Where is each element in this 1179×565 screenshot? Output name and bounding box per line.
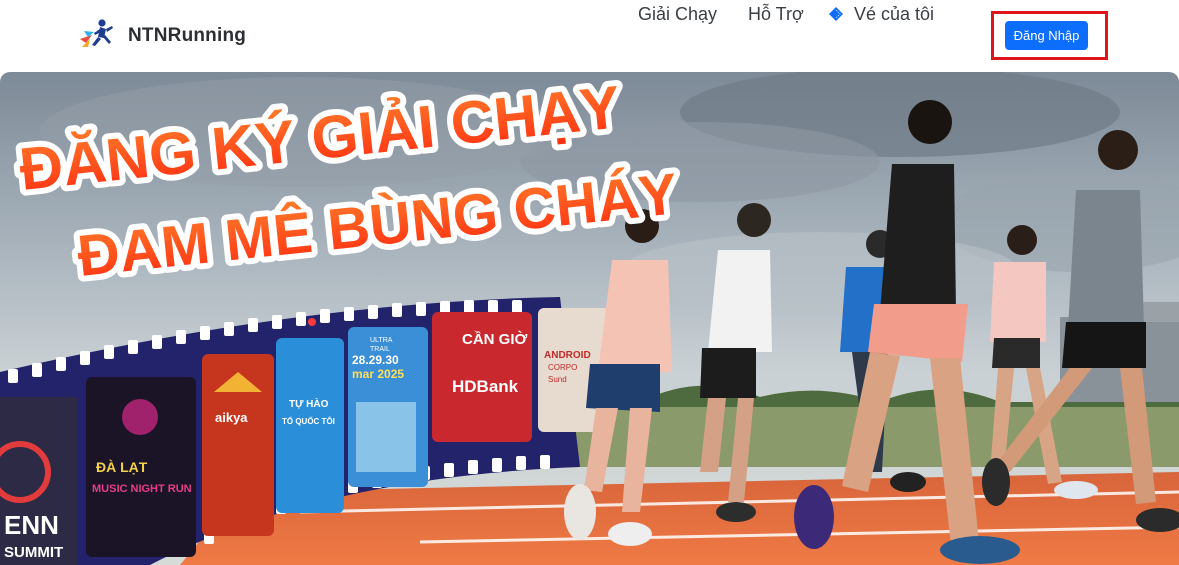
svg-text:HDBank: HDBank	[452, 377, 519, 396]
event-poster: ENN SUMMIT	[0, 397, 78, 565]
nav-link-support[interactable]: Hỗ Trợ	[748, 0, 804, 28]
svg-text:mar 2025: mar 2025	[352, 367, 404, 381]
svg-text:28.29.30: 28.29.30	[352, 353, 399, 367]
svg-text:ANDROID: ANDROID	[544, 350, 591, 361]
runner-logo-icon	[80, 19, 113, 47]
svg-text:TỔ QUỐC TÔI: TỔ QUỐC TÔI	[282, 416, 335, 426]
svg-text:TRAIL: TRAIL	[370, 346, 390, 353]
event-poster: ULTRA TRAIL 28.29.30 mar 2025	[348, 327, 428, 487]
svg-text:MUSIC NIGHT RUN: MUSIC NIGHT RUN	[92, 483, 192, 495]
svg-text:Sund: Sund	[548, 375, 567, 384]
brand-name: NTNRunning	[128, 25, 247, 46]
svg-text:ENN: ENN	[4, 510, 59, 540]
svg-text:ULTRA: ULTRA	[370, 337, 393, 344]
nav-link-my-tickets[interactable]: Vé của tôi	[828, 0, 934, 28]
top-navbar: NTNRunning Giải Chạy Hỗ Trợ Vé của tôi Đ…	[0, 0, 1179, 72]
svg-text:TỰ HÀO: TỰ HÀO	[289, 397, 329, 410]
svg-text:CẦN GIỜ: CẦN GIỜ	[462, 330, 528, 348]
nav-link-races[interactable]: Giải Chạy	[638, 0, 717, 28]
event-poster: TỰ HÀO TỔ QUỐC TÔI	[276, 338, 344, 513]
svg-text:ĐÀ LẠT: ĐÀ LẠT	[96, 459, 148, 475]
hero-banner-image: ENN SUMMIT ĐÀ LẠT MUSIC NIGHT RUN aikya …	[0, 72, 1179, 565]
svg-text:SUMMIT: SUMMIT	[4, 544, 63, 561]
nav-link-my-tickets-label: Vé của tôi	[854, 4, 935, 24]
event-poster: ĐÀ LẠT MUSIC NIGHT RUN	[86, 377, 196, 557]
login-button[interactable]: Đăng Nhập	[1005, 21, 1088, 50]
event-poster: aikya	[202, 354, 274, 536]
hero-banner[interactable]: ENN SUMMIT ĐÀ LẠT MUSIC NIGHT RUN aikya …	[0, 72, 1179, 565]
ticket-icon	[829, 7, 843, 21]
svg-text:CORPO: CORPO	[548, 363, 577, 372]
brand-link[interactable]: NTNRunning	[78, 14, 246, 58]
svg-text:aikya: aikya	[215, 410, 248, 425]
event-poster: CẦN GIỜ HDBank	[432, 312, 532, 442]
